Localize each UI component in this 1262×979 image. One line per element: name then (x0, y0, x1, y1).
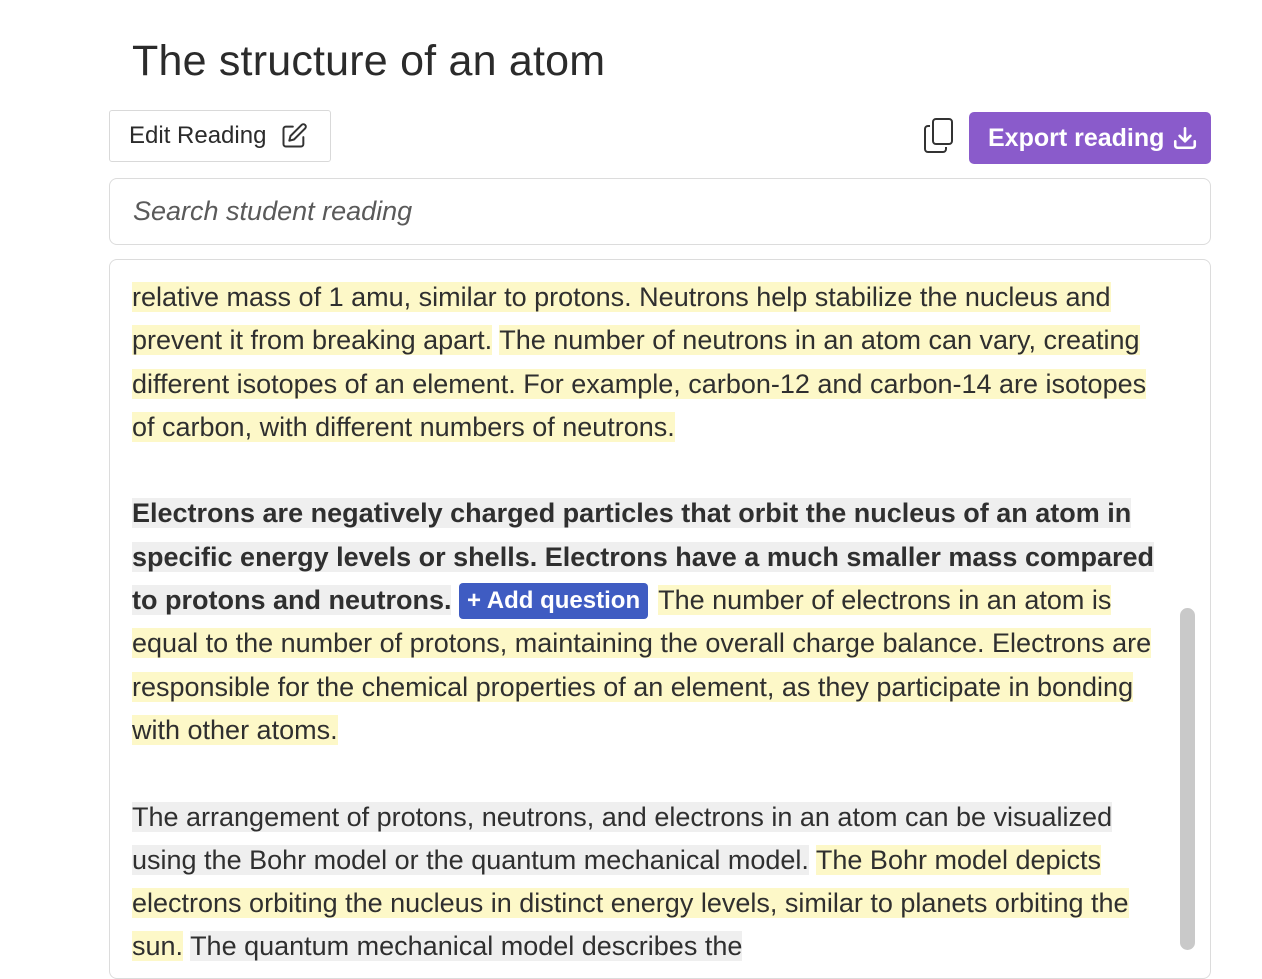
edit-reading-button[interactable]: Edit Reading (109, 110, 331, 162)
sentence[interactable]: The quantum mechanical model describes t… (190, 931, 743, 962)
edit-reading-label: Edit Reading (129, 122, 267, 149)
reading-content: relative mass of 1 amu, similar to proto… (132, 276, 1172, 978)
search-input[interactable] (110, 179, 1210, 244)
reading-paragraph: relative mass of 1 amu, similar to proto… (132, 276, 1172, 449)
download-icon (1172, 125, 1198, 151)
reading-panel: relative mass of 1 amu, similar to proto… (109, 259, 1211, 979)
page-title: The structure of an atom (132, 37, 606, 85)
edit-icon (280, 122, 308, 150)
export-reading-button[interactable]: Export reading (969, 112, 1211, 164)
reading-paragraph: The arrangement of protons, neutrons, an… (132, 796, 1172, 969)
reading-paragraph: Electrons are negatively charged particl… (132, 492, 1172, 752)
search-box (109, 178, 1211, 245)
add-question-button[interactable]: + Add question (459, 583, 649, 620)
copy-icon[interactable] (921, 115, 957, 157)
scrollbar-thumb[interactable] (1180, 608, 1195, 950)
export-reading-label: Export reading (988, 123, 1165, 152)
